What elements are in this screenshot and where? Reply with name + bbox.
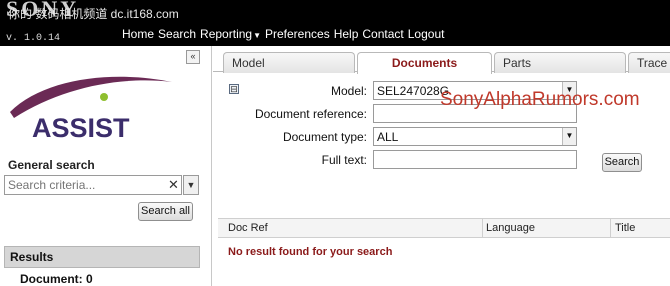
- nav-contact[interactable]: Contact: [362, 27, 403, 41]
- chevron-down-icon[interactable]: ▼: [562, 128, 576, 145]
- clear-icon[interactable]: ✕: [168, 177, 179, 193]
- tab-parts[interactable]: Parts: [494, 52, 626, 73]
- full-text-input[interactable]: [373, 150, 577, 169]
- general-search-box: ✕: [4, 175, 182, 195]
- document-reference-label: Document reference:: [254, 107, 367, 121]
- main-panel: Model Documents Parts Trace ⊟ Model: SEL…: [213, 46, 670, 286]
- nav-preferences[interactable]: Preferences: [265, 27, 330, 41]
- column-doc-ref[interactable]: Doc Ref: [228, 222, 268, 234]
- logo-dot: [100, 93, 108, 101]
- model-label: Model:: [330, 84, 367, 98]
- nav-help[interactable]: Help: [334, 27, 359, 41]
- watermark-site: SonyAlphaRumors.com: [440, 89, 640, 110]
- column-title[interactable]: Title: [615, 222, 635, 234]
- general-search-title: General search: [8, 158, 95, 172]
- tab-model[interactable]: Model: [223, 52, 355, 73]
- logo-text: ASSIST: [32, 113, 130, 140]
- main-nav: Home Search Reporting▼ Preferences Help …: [122, 27, 444, 41]
- search-button[interactable]: Search: [602, 153, 642, 172]
- document-type-value: ALL: [377, 130, 399, 144]
- nav-search[interactable]: Search: [158, 27, 196, 41]
- nav-home[interactable]: Home: [122, 27, 154, 41]
- left-panel: « ASSIST General search ✕ ▼ Search all R…: [0, 46, 212, 286]
- results-header: Results: [4, 246, 200, 268]
- collapse-panel-button[interactable]: «: [186, 50, 200, 64]
- column-language[interactable]: Language: [486, 222, 535, 234]
- document-type-select[interactable]: ALL ▼: [373, 127, 577, 146]
- nav-logout[interactable]: Logout: [408, 27, 445, 41]
- results-grid-header: Doc Ref Language Title: [218, 218, 670, 238]
- search-dropdown-icon[interactable]: ▼: [183, 175, 199, 195]
- full-text-label: Full text:: [321, 153, 367, 167]
- empty-results-message: No result found for your search: [228, 246, 393, 258]
- logo-swoosh: [10, 76, 172, 118]
- column-divider: [610, 219, 611, 238]
- search-all-button[interactable]: Search all: [138, 202, 193, 221]
- nav-reporting[interactable]: Reporting▼: [200, 27, 261, 41]
- watermark-cn: 你的 数码相机频道 dc.it168.com: [8, 7, 179, 21]
- top-bar: SONY 你的 数码相机频道 dc.it168.com v. 1.0.14 Ho…: [0, 0, 670, 46]
- assist-logo: ASSIST: [10, 76, 172, 140]
- general-search-input[interactable]: [5, 176, 165, 194]
- results-document-count: Document: 0: [20, 272, 93, 286]
- document-type-label: Document type:: [282, 130, 367, 144]
- tab-bar: Model Documents Parts Trace: [213, 50, 670, 74]
- column-divider: [482, 219, 483, 238]
- caret-down-icon: ▼: [253, 31, 261, 40]
- nav-reporting-label: Reporting: [200, 27, 253, 41]
- tab-documents[interactable]: Documents: [357, 52, 492, 74]
- version-label: v. 1.0.14: [6, 33, 61, 44]
- tab-trace[interactable]: Trace: [628, 52, 670, 73]
- model-value: SEL247028G: [377, 84, 450, 98]
